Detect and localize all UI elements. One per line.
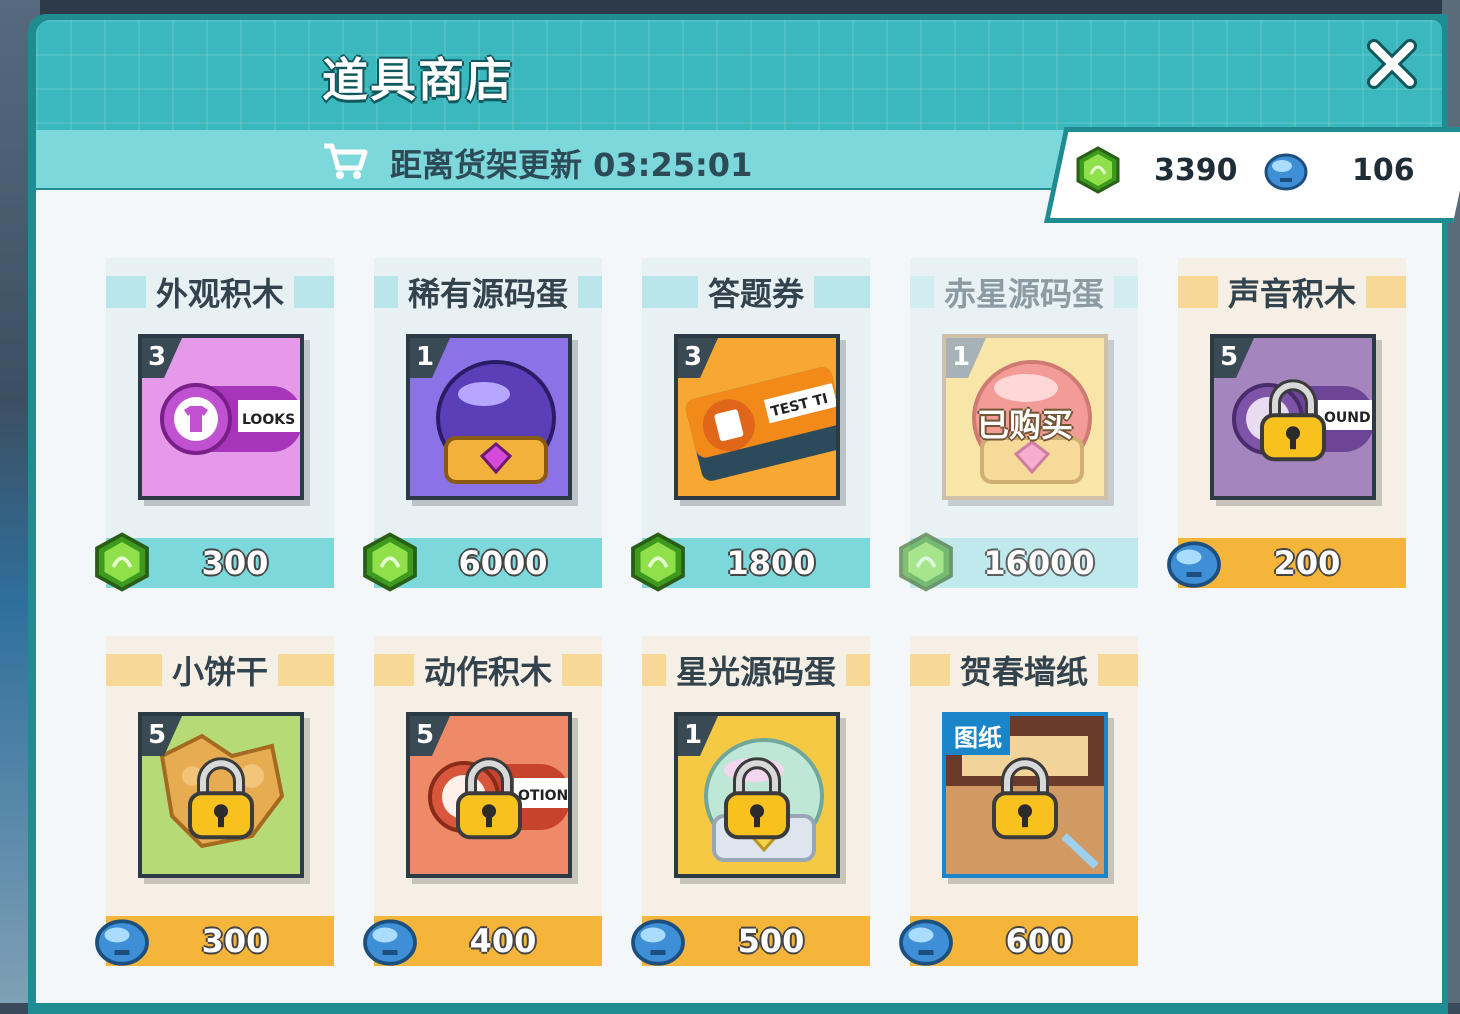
gem-icon <box>899 532 953 592</box>
bell-icon <box>631 919 685 966</box>
looks-label: LOOKS <box>242 412 295 428</box>
card-title-bar: 小饼干 <box>106 647 334 693</box>
card-title-bar: 贺春墙纸 <box>910 647 1138 693</box>
item-image-looks: LOOKS 3 <box>138 334 304 500</box>
item-image-sound-block: OUND 5 <box>1210 334 1376 500</box>
item-image-cookies: 5 <box>138 712 304 878</box>
sound-label: OUND <box>1324 410 1371 426</box>
currency-display: 3390 106 <box>1070 140 1440 202</box>
card-title-bar: 答题券 <box>642 269 870 315</box>
motion-label: OTION <box>518 788 568 804</box>
item-price: 1800 <box>726 544 816 582</box>
close-icon <box>1367 39 1417 89</box>
item-price: 16000 <box>983 544 1095 582</box>
price-bar[interactable]: 500 <box>631 916 870 966</box>
item-name: 贺春墙纸 <box>949 647 1098 693</box>
lock-icon <box>724 757 790 840</box>
bell-icon <box>1167 541 1221 588</box>
item-name: 赤星源码蛋 <box>933 269 1114 315</box>
price-bar: 16000 <box>899 532 1138 592</box>
item-image-motion-block: OTION 5 <box>406 712 572 878</box>
item-name: 动作积木 <box>413 647 562 693</box>
bought-status: 已购买 <box>976 406 1073 444</box>
bell-icon <box>363 919 417 966</box>
card-title-bar: 星光源码蛋 <box>642 647 870 693</box>
blueprint-tag: 图纸 <box>946 716 1010 755</box>
card-title-bar: 外观积木 <box>106 269 334 315</box>
shop-item-card-locked[interactable]: 星光源码蛋 1 500 <box>631 636 870 966</box>
price-bar[interactable]: 300 <box>95 532 334 592</box>
item-price: 300 <box>201 922 269 960</box>
shop-item-card-locked[interactable]: 小饼干 5 300 <box>95 636 334 966</box>
item-image-starlight-egg: 1 <box>674 712 840 878</box>
item-name: 声音积木 <box>1217 269 1366 315</box>
item-name: 答题券 <box>697 269 814 315</box>
lock-icon <box>1260 379 1326 462</box>
card-title-bar: 稀有源码蛋 <box>374 269 602 315</box>
lock-icon <box>188 757 254 840</box>
cart-icon <box>324 143 368 179</box>
shop-item-card-locked[interactable]: 动作积木 OTION 5 400 <box>363 636 602 966</box>
gem-icon <box>95 532 149 592</box>
item-name: 稀有源码蛋 <box>397 269 578 315</box>
shop-item-card-locked[interactable]: 声音积木 OUND 5 200 <box>1167 258 1406 588</box>
shop-item-card[interactable]: 稀有源码蛋 1 6000 <box>363 258 602 592</box>
price-bar[interactable]: 6000 <box>363 532 602 592</box>
card-title-bar: 声音积木 <box>1178 269 1406 315</box>
price-bar[interactable]: 300 <box>95 916 334 966</box>
item-price: 200 <box>1273 544 1341 582</box>
item-price: 300 <box>201 544 269 582</box>
card-title-bar: 赤星源码蛋 <box>910 269 1138 315</box>
item-image-spring-wallpaper: 图纸 <box>942 712 1108 878</box>
item-image-rare-egg: 1 <box>406 334 572 500</box>
bell-icon <box>899 919 953 966</box>
card-title-bar: 动作积木 <box>374 647 602 693</box>
lock-icon <box>456 757 522 840</box>
gem-icon <box>631 532 685 592</box>
item-name: 星光源码蛋 <box>665 647 846 693</box>
refresh-countdown: 距离货架更新 03:25:01 <box>390 146 753 184</box>
gem-icon <box>1076 146 1120 194</box>
shop-header <box>36 20 1442 132</box>
price-bar[interactable]: 600 <box>899 916 1138 966</box>
lock-icon <box>992 757 1058 840</box>
shop-item-card[interactable]: 答题券 TEST TI 3 1800 <box>631 258 870 592</box>
bell-icon <box>1264 153 1308 191</box>
bell-count: 106 <box>1352 153 1415 188</box>
item-name: 小饼干 <box>161 647 278 693</box>
close-button[interactable] <box>1362 34 1422 94</box>
shop-item-card[interactable]: 外观积木 LOOKS 3 300 <box>95 258 334 592</box>
price-bar[interactable]: 400 <box>363 916 602 966</box>
shop-title: 道具商店 <box>322 53 514 107</box>
item-price: 400 <box>469 922 537 960</box>
item-image-red-star-egg: 1 已购买 <box>942 334 1108 500</box>
shop-item-card-locked[interactable]: 贺春墙纸 图纸 600 <box>899 636 1138 966</box>
shop-item-card-bought: 赤星源码蛋 1 已购买 16000 <box>899 258 1138 592</box>
bell-icon <box>95 919 149 966</box>
price-bar[interactable]: 200 <box>1167 538 1406 588</box>
gem-icon <box>363 532 417 592</box>
item-price: 6000 <box>458 544 548 582</box>
item-price: 600 <box>1005 922 1073 960</box>
item-price: 500 <box>737 922 805 960</box>
item-image-quiz-ticket: TEST TI 3 <box>674 334 840 500</box>
gem-count: 3390 <box>1154 153 1238 188</box>
item-name: 外观积木 <box>145 269 294 315</box>
price-bar[interactable]: 1800 <box>631 532 870 592</box>
